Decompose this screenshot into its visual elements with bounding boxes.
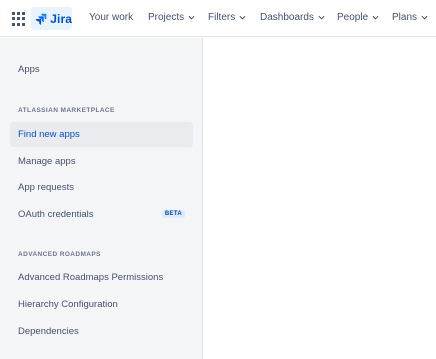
main-content (204, 38, 436, 359)
jira-logo-icon (35, 13, 47, 25)
nav-label: People (337, 12, 369, 23)
sidebar: Apps ATLASSIAN MARKETPLACE Find new apps… (0, 38, 203, 359)
nav-dashboards[interactable]: Dashboards (260, 12, 325, 23)
sidebar-item-label: Apps (18, 64, 40, 75)
chevron-down-icon (239, 14, 246, 21)
nav-plans[interactable]: Plans (392, 12, 428, 23)
sidebar-item-apps[interactable]: Apps (10, 57, 193, 82)
sidebar-item-roadmaps-permissions[interactable]: Advanced Roadmaps Permissions (10, 265, 193, 290)
sidebar-item-label: App requests (18, 182, 74, 193)
sidebar-item-oauth-credentials[interactable]: OAuth credentials BETA (10, 202, 193, 227)
nav-your-work[interactable]: Your work (89, 12, 133, 23)
sidebar-item-label: OAuth credentials (18, 209, 94, 220)
chevron-down-icon (372, 14, 379, 21)
sidebar-item-hierarchy-configuration[interactable]: Hierarchy Configuration (10, 292, 193, 317)
nav-people[interactable]: People (337, 12, 379, 23)
top-navigation: Jira Your work Projects Filters Dashboar… (0, 0, 436, 37)
section-heading-marketplace: ATLASSIAN MARKETPLACE (18, 107, 115, 114)
nav-label: Dashboards (260, 12, 314, 23)
app-name: Jira (50, 11, 72, 26)
nav-projects[interactable]: Projects (148, 12, 195, 23)
nav-label: Projects (148, 12, 185, 23)
nav-label: Filters (208, 12, 236, 23)
sidebar-item-label: Hierarchy Configuration (18, 299, 118, 310)
section-heading-advanced-roadmaps: ADVANCED ROADMAPS (18, 251, 101, 258)
chevron-down-icon (188, 14, 195, 21)
sidebar-item-manage-apps[interactable]: Manage apps (10, 149, 193, 174)
app-switcher-icon[interactable] (12, 12, 26, 26)
sidebar-item-label: Advanced Roadmaps Permissions (18, 272, 164, 283)
sidebar-item-dependencies[interactable]: Dependencies (10, 319, 193, 344)
nav-label: Your work (89, 12, 134, 23)
chevron-down-icon (318, 14, 325, 21)
sidebar-item-label: Dependencies (18, 326, 79, 337)
nav-filters[interactable]: Filters (208, 12, 246, 23)
sidebar-item-find-new-apps[interactable]: Find new apps (10, 122, 193, 147)
nav-label: Plans (392, 12, 418, 23)
jira-logo[interactable]: Jira (31, 7, 72, 30)
chevron-down-icon (421, 14, 428, 21)
sidebar-item-app-requests[interactable]: App requests (10, 175, 193, 200)
sidebar-item-label: Manage apps (18, 156, 76, 167)
beta-badge: BETA (161, 210, 185, 218)
sidebar-item-label: Find new apps (18, 129, 80, 140)
